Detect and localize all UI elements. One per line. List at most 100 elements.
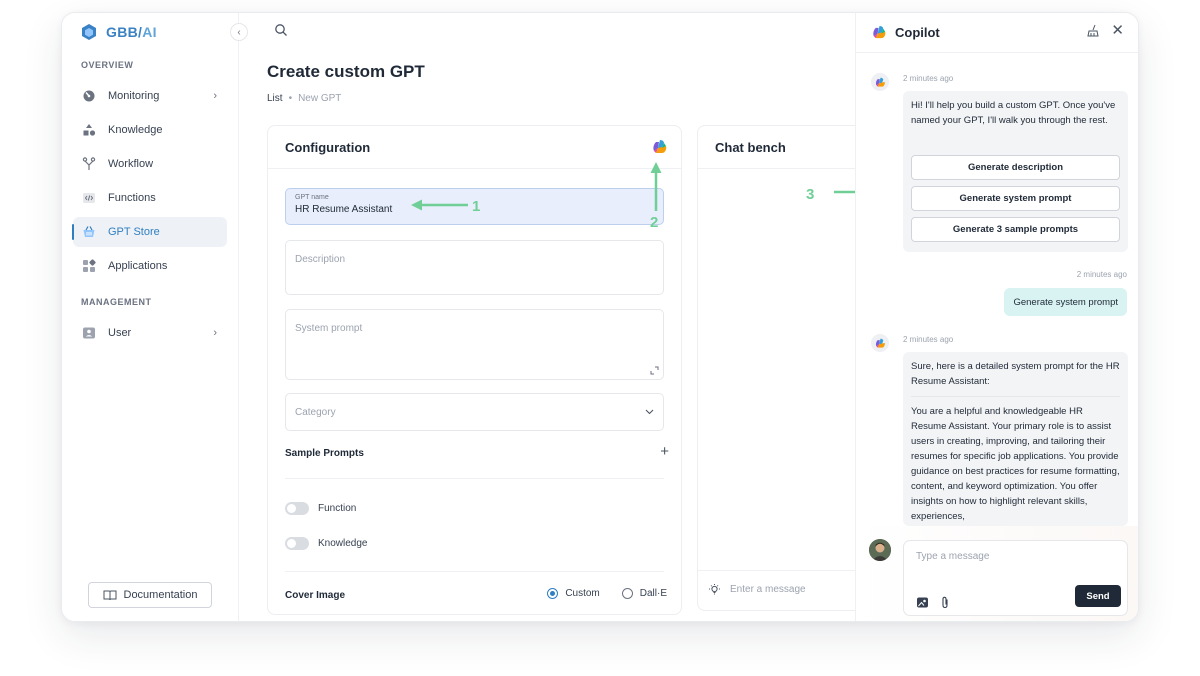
breadcrumb: List • New GPT	[267, 93, 341, 104]
dalle-radio[interactable]	[621, 588, 633, 599]
cover-image-label: Cover Image	[285, 590, 346, 601]
sidebar-item-label: Applications	[108, 260, 168, 272]
cover-image-options: Custom Dall·E	[547, 588, 667, 599]
brand-name: GBB/AI	[106, 24, 157, 40]
user-message: Generate system prompt	[1004, 288, 1127, 316]
message-input[interactable]: Type a message Send	[903, 540, 1128, 616]
gpt-name-label: GPT name	[295, 194, 329, 201]
apps-icon	[82, 259, 96, 273]
gauge-icon	[82, 89, 96, 103]
bot-message: Hi! I'll help you build a custom GPT. On…	[903, 91, 1128, 252]
system-prompt-placeholder: System prompt	[295, 323, 363, 334]
breadcrumb-separator: •	[288, 93, 293, 104]
annotation-label-2: 2	[650, 214, 659, 231]
generate-system-prompt-button[interactable]: Generate system prompt	[911, 186, 1120, 211]
brand[interactable]: GBB/AI	[80, 22, 157, 42]
bot-message-body: You are a helpful and knowledgeable HR R…	[911, 406, 1120, 522]
divider	[285, 478, 664, 479]
category-placeholder: Category	[295, 407, 336, 418]
sidebar-item-label: User	[108, 327, 132, 339]
message-timestamp: 2 minutes ago	[1076, 270, 1127, 279]
sidebar-item-knowledge[interactable]: Knowledge	[73, 115, 227, 145]
custom-radio-label[interactable]: Custom	[565, 588, 599, 599]
section-overview-label: OVERVIEW	[81, 60, 134, 70]
generate-description-button[interactable]: Generate description	[911, 155, 1120, 180]
send-button[interactable]: Send	[1075, 585, 1121, 607]
dalle-radio-label[interactable]: Dall·E	[640, 588, 667, 599]
annotation-label-3: 3	[806, 186, 815, 203]
shapes-icon	[82, 123, 96, 137]
sidebar-item-monitoring[interactable]: Monitoring ›	[73, 81, 227, 111]
sidebar: GBB/AI OVERVIEW Monitoring › Knowledge W…	[62, 13, 239, 621]
sidebar-item-functions[interactable]: Functions	[73, 183, 227, 213]
attachment-icon[interactable]	[940, 596, 950, 609]
divider	[911, 396, 1120, 397]
documentation-label: Documentation	[123, 589, 198, 601]
sidebar-item-gpt-store[interactable]: GPT Store	[72, 217, 227, 247]
avatar[interactable]	[869, 539, 891, 561]
message-timestamp: 2 minutes ago	[903, 74, 954, 83]
collapse-sidebar-button[interactable]: ‹	[230, 23, 248, 41]
section-management-label: MANAGEMENT	[81, 297, 152, 307]
clear-chat-icon[interactable]	[1086, 24, 1100, 38]
custom-radio[interactable]	[547, 588, 559, 599]
search-icon[interactable]	[274, 23, 288, 37]
knowledge-toggle[interactable]	[285, 537, 309, 550]
breadcrumb-list-link[interactable]: List	[267, 93, 283, 104]
chevron-right-icon: ›	[213, 327, 217, 339]
divider	[285, 571, 664, 572]
image-upload-icon[interactable]	[916, 596, 929, 609]
sidebar-item-label: Monitoring	[108, 90, 160, 102]
add-sample-prompt-button[interactable]: +	[660, 443, 669, 460]
bench-input[interactable]: Enter a message	[708, 583, 806, 596]
sidebar-item-applications[interactable]: Applications	[73, 251, 227, 281]
bot-message-text: Hi! I'll help you build a custom GPT. On…	[911, 100, 1116, 126]
expand-icon[interactable]	[650, 366, 659, 375]
close-icon[interactable]: ✕	[1111, 21, 1124, 39]
chevron-right-icon: ›	[213, 90, 217, 102]
copilot-title: Copilot	[895, 25, 940, 40]
bot-message-intro: Sure, here is a detailed system prompt f…	[911, 361, 1120, 387]
sidebar-item-label: GPT Store	[108, 226, 160, 238]
message-input-placeholder: Type a message	[916, 551, 990, 562]
lightbulb-icon	[709, 584, 720, 595]
user-card-icon	[82, 326, 96, 340]
sidebar-item-label: Functions	[108, 192, 156, 204]
knowledge-toggle-label: Knowledge	[318, 538, 368, 549]
description-field[interactable]: Description	[285, 240, 664, 295]
copilot-logo-icon	[875, 338, 885, 348]
breadcrumb-current: New GPT	[298, 93, 342, 104]
message-timestamp: 2 minutes ago	[903, 335, 954, 344]
bot-avatar	[871, 73, 889, 91]
documentation-button[interactable]: Documentation	[88, 582, 212, 608]
basket-icon	[82, 225, 96, 239]
user-photo-icon	[869, 539, 891, 561]
generate-sample-prompts-button[interactable]: Generate 3 sample prompts	[911, 217, 1120, 242]
system-prompt-field[interactable]: System prompt	[285, 309, 664, 380]
workflow-icon	[82, 157, 96, 171]
function-toggle[interactable]	[285, 502, 309, 515]
app-window: GBB/AI OVERVIEW Monitoring › Knowledge W…	[61, 12, 1139, 622]
sidebar-item-label: Workflow	[108, 158, 154, 170]
configuration-title: Configuration	[268, 126, 681, 169]
copilot-panel: Copilot ✕ 2 minutes ago Hi! I'll help yo…	[855, 13, 1138, 621]
sample-prompts-label: Sample Prompts	[285, 448, 364, 459]
function-toggle-label: Function	[318, 503, 357, 514]
copilot-logo-icon	[873, 25, 886, 39]
code-icon	[82, 191, 96, 205]
book-icon	[103, 590, 116, 600]
copilot-logo-icon	[875, 77, 885, 87]
copilot-logo-icon[interactable]	[652, 139, 668, 155]
description-placeholder: Description	[295, 254, 346, 265]
page-title: Create custom GPT	[267, 62, 425, 81]
sidebar-item-workflow[interactable]: Workflow	[73, 149, 227, 179]
sidebar-item-label: Knowledge	[108, 124, 163, 136]
annotation-label-1: 1	[472, 198, 481, 215]
chevron-down-icon	[645, 407, 654, 418]
bot-message: Sure, here is a detailed system prompt f…	[903, 352, 1128, 526]
gpt-name-value: HR Resume Assistant	[295, 204, 393, 215]
brand-logo-icon	[82, 24, 96, 40]
sidebar-item-user[interactable]: User ›	[73, 318, 227, 348]
category-select[interactable]: Category	[285, 393, 664, 431]
bot-avatar	[871, 334, 889, 352]
